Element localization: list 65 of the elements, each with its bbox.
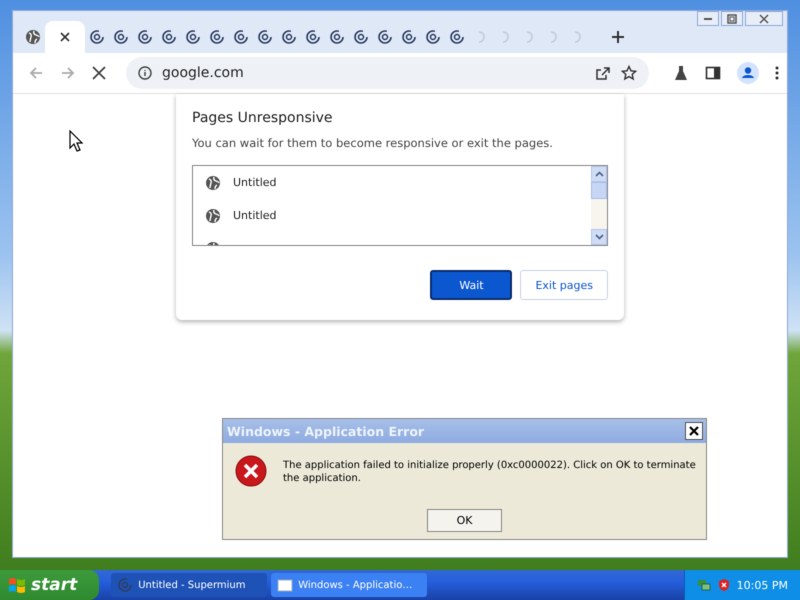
page-title: Untitled (233, 176, 277, 189)
close-button[interactable] (745, 11, 783, 26)
scroll-up-button[interactable] (591, 166, 607, 182)
dialog-title: Windows - Application Error (227, 424, 424, 438)
error-message: The application failed to initialize properly (0xc0000022). Click on OK to terminate the application. (283, 459, 696, 485)
url-text: google.com (162, 65, 244, 81)
taskbar-button[interactable]: Windows - Applicatio… (271, 573, 428, 597)
scroll-thumb[interactable] (591, 182, 607, 199)
star-icon[interactable] (621, 65, 637, 81)
start-button[interactable]: start (0, 570, 100, 600)
loading-spinner-icon (137, 29, 153, 45)
error-icon (235, 455, 267, 487)
shield-icon[interactable] (716, 578, 731, 592)
exit-button[interactable]: Exit pages (520, 270, 608, 300)
loading-spinner-icon (449, 29, 465, 45)
scroll-down-button[interactable] (591, 229, 607, 245)
loading-spinner-icon (401, 29, 417, 45)
scrollbar[interactable] (591, 166, 607, 245)
clock: 10:05 PM (736, 578, 788, 592)
loading-spinner-icon (185, 29, 201, 45)
globe-icon (205, 208, 221, 224)
ok-button[interactable]: OK (427, 509, 502, 532)
chevron-down-icon (594, 234, 604, 240)
stop-icon[interactable] (92, 66, 106, 80)
profile-avatar-icon[interactable] (737, 62, 759, 84)
page-title: Untitled (233, 209, 277, 222)
globe-icon (205, 174, 221, 190)
close-icon (689, 426, 699, 436)
plus-icon (611, 30, 625, 44)
loading-spinner-icon (329, 29, 345, 45)
mouse-pointer-icon (69, 130, 83, 152)
minimize-button[interactable] (697, 11, 719, 26)
chevron-up-icon (594, 171, 604, 177)
flask-icon[interactable] (673, 65, 689, 81)
menu-icon[interactable] (775, 66, 779, 80)
info-icon[interactable] (138, 66, 152, 80)
restore-icon (727, 14, 737, 24)
side-panel-icon[interactable] (705, 65, 721, 81)
browser-tab[interactable] (45, 21, 85, 53)
loading-spinner-icon (209, 29, 225, 45)
address-bar[interactable]: google.com (126, 57, 649, 89)
loading-spinner-icon (425, 29, 441, 45)
windows-logo-icon (8, 576, 26, 594)
close-icon (759, 14, 769, 24)
loading-spinner-icon (233, 29, 249, 45)
dialog-title: Pages Unresponsive (192, 110, 334, 126)
taskbar-button[interactable]: Untitled - Supermium (111, 573, 268, 597)
dialog-message: You can wait for them to become responsive or exit the pages. (192, 136, 554, 150)
restore-button[interactable] (721, 11, 743, 26)
network-icon[interactable] (696, 578, 711, 592)
app-icon (117, 577, 134, 593)
minimize-icon (704, 18, 712, 20)
loading-spinner-icon (377, 29, 393, 45)
loading-spinner-icon (305, 29, 321, 45)
loading-spinner-icon (113, 29, 129, 45)
loading-spinner-icon (161, 29, 177, 45)
loading-spinner-icon (89, 29, 105, 45)
close-button[interactable] (685, 422, 703, 440)
globe-icon (25, 29, 41, 45)
loading-spinner-icon (281, 29, 297, 45)
loading-spinner-icon (353, 29, 369, 45)
wait-button[interactable]: Wait (430, 270, 512, 300)
window-icon (277, 577, 294, 593)
share-icon[interactable] (595, 65, 611, 81)
loading-spinner-icon (257, 29, 273, 45)
